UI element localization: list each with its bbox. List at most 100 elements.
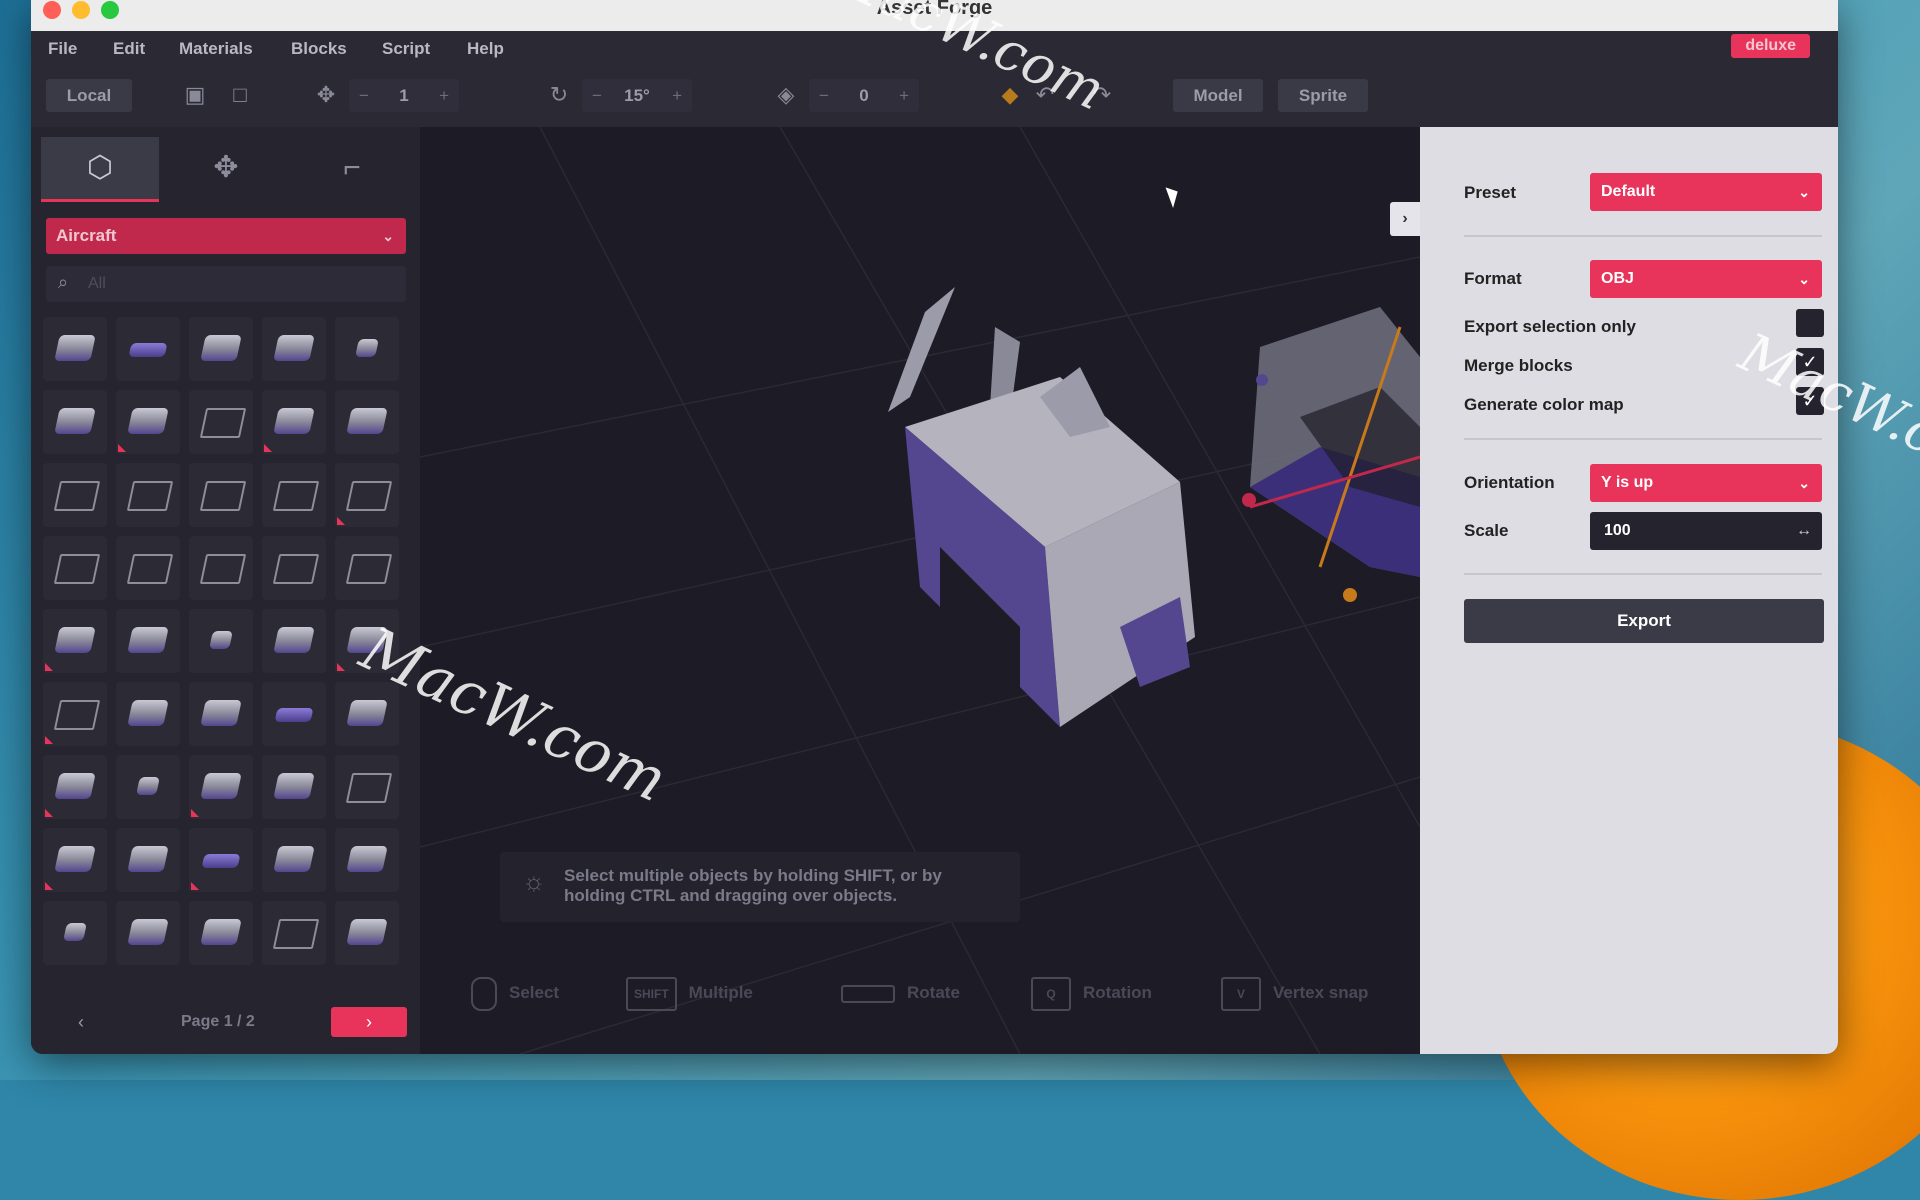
block-thumbnail[interactable] bbox=[116, 536, 180, 600]
block-thumbnail[interactable] bbox=[189, 390, 253, 454]
move-grid-icon[interactable]: ✥ bbox=[311, 81, 341, 109]
3d-viewport[interactable]: ☼ Select multiple objects by holding SHI… bbox=[420, 127, 1420, 1054]
block-thumbnail[interactable] bbox=[262, 828, 326, 892]
block-thumbnail[interactable] bbox=[262, 317, 326, 381]
v-key: V bbox=[1221, 976, 1261, 1011]
previous-page-button[interactable]: ‹ bbox=[46, 1007, 116, 1037]
block-thumbnail[interactable] bbox=[262, 536, 326, 600]
block-thumbnail[interactable] bbox=[116, 682, 180, 746]
block-thumbnail[interactable] bbox=[116, 317, 180, 381]
orientation-dropdown[interactable]: Y is up ⌄ bbox=[1590, 464, 1822, 502]
block-thumbnail[interactable] bbox=[335, 317, 399, 381]
block-shape-icon bbox=[199, 481, 247, 511]
block-thumbnail[interactable] bbox=[335, 390, 399, 454]
block-shape-icon bbox=[54, 627, 96, 653]
grid-small-icon[interactable]: ▣ bbox=[181, 81, 209, 109]
block-thumbnail[interactable] bbox=[43, 828, 107, 892]
block-thumbnail[interactable] bbox=[335, 463, 399, 527]
block-thumbnail[interactable] bbox=[189, 609, 253, 673]
model-mode-button[interactable]: Model bbox=[1173, 79, 1263, 112]
block-thumbnail[interactable] bbox=[189, 828, 253, 892]
category-dropdown[interactable]: Aircraft ⌄ bbox=[46, 218, 406, 254]
block-thumbnail[interactable] bbox=[43, 609, 107, 673]
export-selection-checkbox[interactable] bbox=[1796, 309, 1824, 337]
grid-increase-button[interactable]: + bbox=[439, 79, 449, 112]
block-thumbnail[interactable] bbox=[43, 901, 107, 965]
next-page-button[interactable]: › bbox=[331, 1007, 407, 1037]
menu-help[interactable]: Help bbox=[467, 39, 504, 59]
block-shape-icon bbox=[273, 773, 315, 799]
layers-icon[interactable]: ◈ bbox=[771, 81, 801, 109]
block-shape-icon bbox=[127, 408, 169, 434]
block-search-input[interactable] bbox=[86, 271, 390, 297]
selected-block-model[interactable] bbox=[1242, 307, 1420, 602]
block-thumbnail[interactable] bbox=[116, 755, 180, 819]
grid-size-stepper[interactable]: − 1 + bbox=[349, 79, 459, 112]
format-dropdown[interactable]: OBJ ⌄ bbox=[1590, 260, 1822, 298]
premium-corner-marker bbox=[191, 882, 199, 890]
menu-blocks[interactable]: Blocks bbox=[291, 39, 347, 59]
chevron-right-icon: › bbox=[1402, 210, 1408, 227]
block-shape-icon bbox=[127, 627, 169, 653]
block-thumbnail[interactable] bbox=[262, 390, 326, 454]
collapse-panel-button[interactable]: › bbox=[1390, 202, 1420, 236]
tab-transform[interactable]: ✥ bbox=[167, 137, 285, 199]
scale-input[interactable]: 100 ↔ bbox=[1590, 512, 1822, 550]
block-thumbnail[interactable] bbox=[335, 901, 399, 965]
rotation-increase-button[interactable]: + bbox=[672, 79, 682, 112]
block-thumbnail[interactable] bbox=[335, 755, 399, 819]
block-thumbnail[interactable] bbox=[43, 390, 107, 454]
block-thumbnail[interactable] bbox=[43, 682, 107, 746]
block-shape-icon bbox=[273, 408, 315, 434]
menu-edit[interactable]: Edit bbox=[113, 39, 145, 59]
drag-horizontal-icon[interactable]: ↔ bbox=[1796, 512, 1812, 550]
app-window: Asset Forge File Edit Materials Blocks S… bbox=[31, 0, 1838, 1054]
block-thumbnail[interactable] bbox=[43, 755, 107, 819]
block-thumbnail[interactable] bbox=[43, 317, 107, 381]
export-button[interactable]: Export bbox=[1464, 599, 1824, 643]
menu-script[interactable]: Script bbox=[382, 39, 430, 59]
block-shape-icon bbox=[53, 554, 101, 584]
block-thumbnail[interactable] bbox=[116, 463, 180, 527]
block-thumbnail[interactable] bbox=[262, 755, 326, 819]
rotate-icon[interactable]: ↻ bbox=[544, 81, 574, 109]
preset-dropdown[interactable]: Default ⌄ bbox=[1590, 173, 1822, 211]
block-thumbnail[interactable] bbox=[189, 682, 253, 746]
block-thumbnail[interactable] bbox=[43, 536, 107, 600]
block-shape-icon bbox=[345, 554, 393, 584]
block-thumbnail[interactable] bbox=[189, 755, 253, 819]
block-thumbnail[interactable] bbox=[116, 828, 180, 892]
page-indicator: Page 1 / 2 bbox=[181, 1013, 255, 1030]
tab-paint[interactable]: ⌐ bbox=[293, 137, 411, 199]
block-library-sidebar: ⬡ ✥ ⌐ Aircraft ⌄ ⌕ ‹ Page 1 / 2 › bbox=[31, 127, 420, 1054]
block-thumbnail[interactable] bbox=[116, 390, 180, 454]
block-thumbnail[interactable] bbox=[116, 609, 180, 673]
grid-large-icon[interactable]: □ bbox=[226, 81, 254, 109]
block-thumbnail[interactable] bbox=[43, 463, 107, 527]
menu-materials[interactable]: Materials bbox=[179, 39, 253, 59]
sprite-mode-button[interactable]: Sprite bbox=[1278, 79, 1368, 112]
block-thumbnail[interactable] bbox=[262, 463, 326, 527]
block-thumbnail[interactable] bbox=[335, 828, 399, 892]
block-thumbnail[interactable] bbox=[189, 536, 253, 600]
color-map-label: Generate color map bbox=[1464, 395, 1624, 414]
block-search[interactable]: ⌕ bbox=[46, 266, 406, 302]
block-thumbnail[interactable] bbox=[262, 609, 326, 673]
rotation-step-stepper[interactable]: − 15° + bbox=[582, 79, 692, 112]
block-shape-icon bbox=[345, 481, 393, 511]
layer-increase-button[interactable]: + bbox=[899, 79, 909, 112]
block-shape-icon bbox=[127, 846, 169, 872]
menu-file[interactable]: File bbox=[48, 39, 77, 59]
deluxe-badge[interactable]: deluxe bbox=[1731, 34, 1810, 58]
block-thumbnail[interactable] bbox=[189, 463, 253, 527]
tab-blocks[interactable]: ⬡ bbox=[41, 137, 159, 202]
block-thumbnail[interactable] bbox=[335, 536, 399, 600]
block-thumbnail[interactable] bbox=[189, 317, 253, 381]
layer-stepper[interactable]: − 0 + bbox=[809, 79, 919, 112]
space-toggle-button[interactable]: Local bbox=[46, 79, 132, 112]
block-thumbnail[interactable] bbox=[262, 901, 326, 965]
block-thumbnail[interactable] bbox=[189, 901, 253, 965]
export-selection-label: Export selection only bbox=[1464, 317, 1636, 336]
block-thumbnail[interactable] bbox=[116, 901, 180, 965]
block-thumbnail[interactable] bbox=[262, 682, 326, 746]
